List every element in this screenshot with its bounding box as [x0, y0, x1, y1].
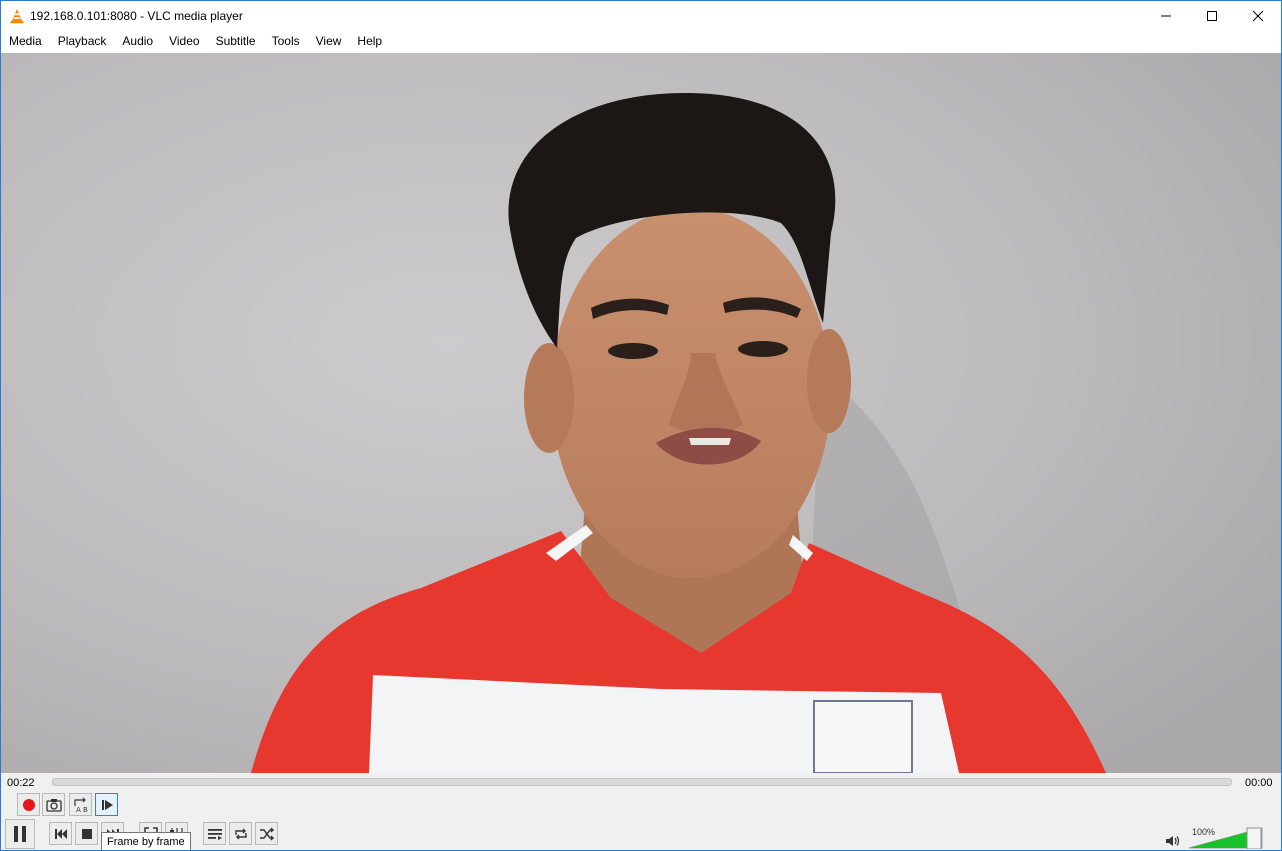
volume-slider[interactable] [1188, 827, 1263, 849]
frame-step-icon [101, 799, 113, 810]
menu-media[interactable]: Media [1, 31, 50, 52]
minimize-button[interactable] [1143, 1, 1189, 31]
menu-help[interactable]: Help [349, 31, 390, 52]
elapsed-time: 00:22 [7, 777, 35, 789]
shuffle-icon [259, 827, 274, 840]
stop-icon [81, 828, 92, 839]
snapshot-button[interactable] [42, 793, 65, 816]
playlist-icon [207, 828, 222, 840]
shuffle-button[interactable] [255, 822, 278, 845]
record-icon [22, 798, 35, 811]
pause-button[interactable] [5, 819, 35, 849]
menu-playback[interactable]: Playback [50, 31, 115, 52]
title-bar: 192.168.0.101:8080 - VLC media player [1, 1, 1281, 31]
camera-icon [45, 798, 62, 812]
menu-video[interactable]: Video [161, 31, 207, 52]
menu-subtitle[interactable]: Subtitle [208, 31, 264, 52]
video-display[interactable] [1, 53, 1281, 773]
close-button[interactable] [1235, 1, 1281, 31]
control-panel: 00:22 00:00 A B Frame by frame 100% [1, 773, 1281, 850]
total-time: 00:00 [1245, 777, 1273, 789]
frame-by-frame-button[interactable] [95, 793, 118, 816]
mute-button[interactable] [1165, 834, 1181, 848]
vlc-cone-icon [10, 9, 24, 24]
maximize-button[interactable] [1189, 1, 1235, 31]
speaker-icon [1166, 836, 1180, 846]
loop-button[interactable] [229, 822, 252, 845]
volume-handle[interactable] [1246, 827, 1262, 849]
close-icon [1252, 10, 1264, 22]
stop-button[interactable] [75, 822, 98, 845]
ab-loop-icon: A B [73, 797, 88, 813]
menu-tools[interactable]: Tools [264, 31, 308, 52]
video-frame-image [1, 53, 1281, 773]
previous-button[interactable] [49, 822, 72, 845]
minimize-icon [1161, 15, 1171, 17]
pause-icon [14, 826, 26, 842]
vlc-window: 192.168.0.101:8080 - VLC media player Me… [0, 0, 1282, 851]
maximize-icon [1207, 11, 1217, 21]
menu-audio[interactable]: Audio [114, 31, 161, 52]
svg-text:A: A [76, 806, 81, 813]
previous-icon [54, 828, 67, 839]
record-button[interactable] [17, 793, 40, 816]
seek-bar[interactable] [52, 778, 1232, 786]
menu-view[interactable]: View [308, 31, 350, 52]
loop-icon [234, 828, 247, 839]
frame-by-frame-tooltip: Frame by frame [101, 832, 191, 850]
playlist-button[interactable] [203, 822, 226, 845]
window-title: 192.168.0.101:8080 - VLC media player [30, 9, 243, 23]
ab-loop-button[interactable]: A B [69, 793, 92, 816]
menu-bar: Media Playback Audio Video Subtitle Tool… [1, 31, 1281, 52]
svg-text:B: B [83, 806, 88, 813]
